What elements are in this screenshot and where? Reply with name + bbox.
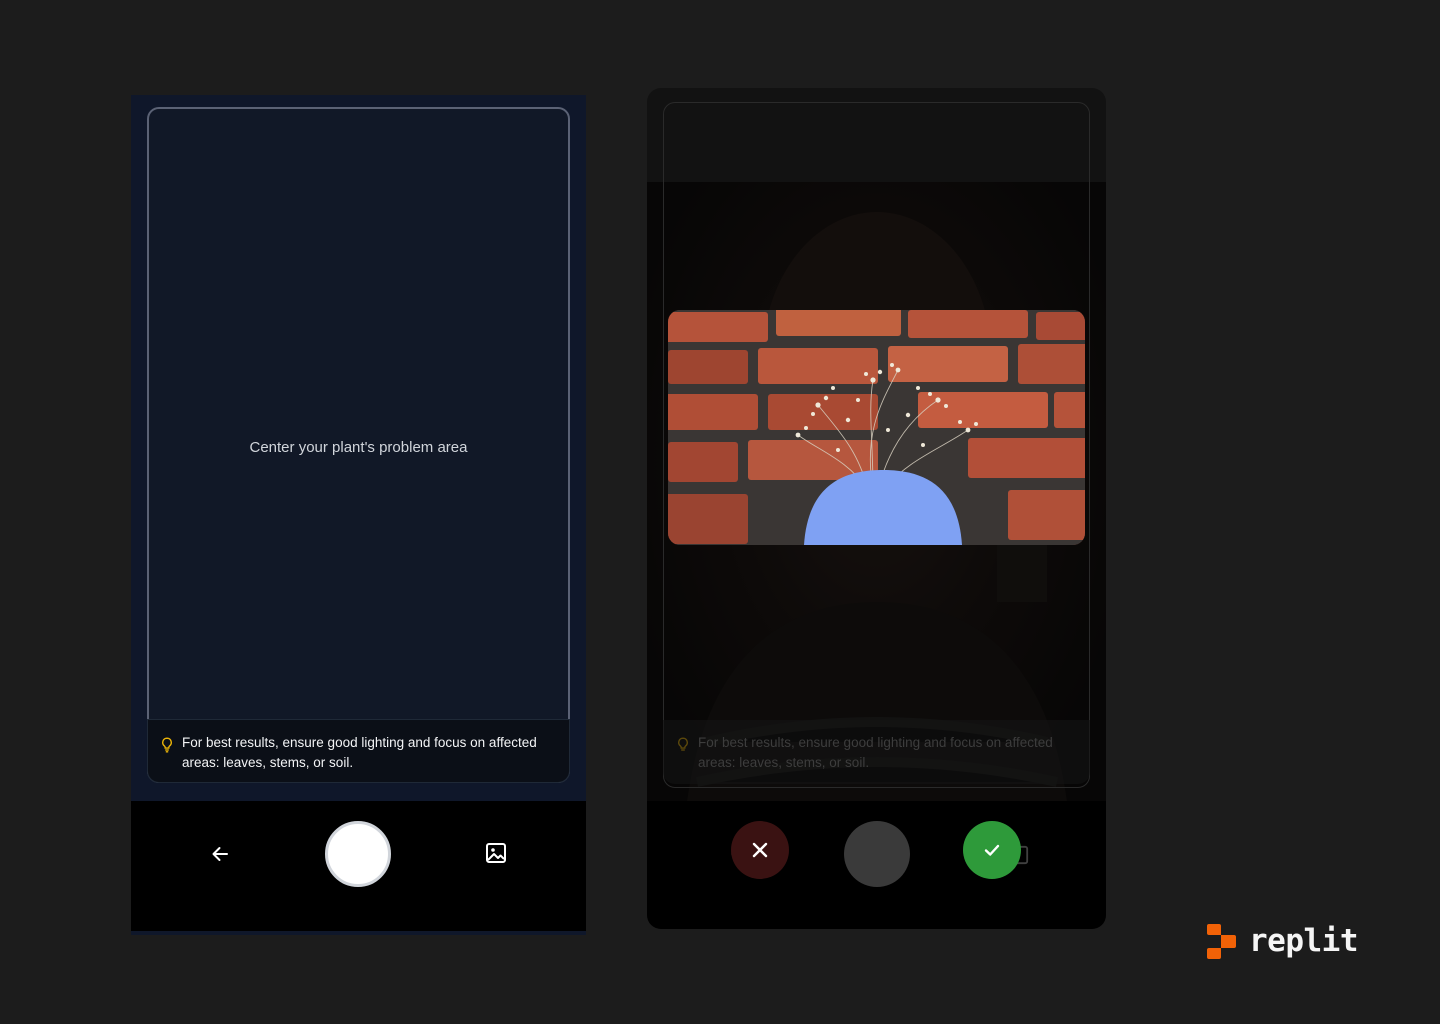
confirm-photo-button[interactable] (963, 821, 1021, 879)
captured-photo-preview (668, 310, 1085, 545)
preview-screen: For best results, ensure good lighting a… (647, 88, 1106, 929)
shutter-button-disabled (844, 821, 910, 887)
lightbulb-icon (678, 737, 688, 751)
image-icon (486, 843, 506, 863)
arrow-left-icon (212, 847, 228, 861)
review-controls (647, 801, 1106, 929)
canvas: Center your plant's problem area For bes… (0, 0, 1440, 1024)
back-button[interactable] (204, 838, 236, 870)
tip-text: For best results, ensure good lighting a… (182, 735, 537, 770)
shutter-button[interactable] (325, 821, 391, 887)
camera-controls (131, 801, 586, 931)
ghost-tip-banner: For best results, ensure good lighting a… (663, 720, 1090, 784)
replit-logo: replit (1206, 922, 1358, 960)
close-icon (752, 842, 768, 858)
replit-mark-icon (1207, 923, 1236, 959)
brick-wall-photo (668, 310, 1085, 545)
center-hint: Center your plant's problem area (249, 439, 468, 456)
lightbulb-icon (162, 737, 172, 753)
ghost-tip-text: For best results, ensure good lighting a… (698, 735, 1053, 770)
viewfinder-frame: Center your plant's problem area (147, 107, 570, 783)
camera-screen: Center your plant's problem area For bes… (131, 95, 586, 935)
tip-banner: For best results, ensure good lighting a… (147, 719, 570, 783)
retake-button[interactable] (731, 821, 789, 879)
gallery-button[interactable] (480, 837, 512, 869)
replit-wordmark: replit (1249, 923, 1358, 959)
check-icon (984, 844, 1000, 856)
